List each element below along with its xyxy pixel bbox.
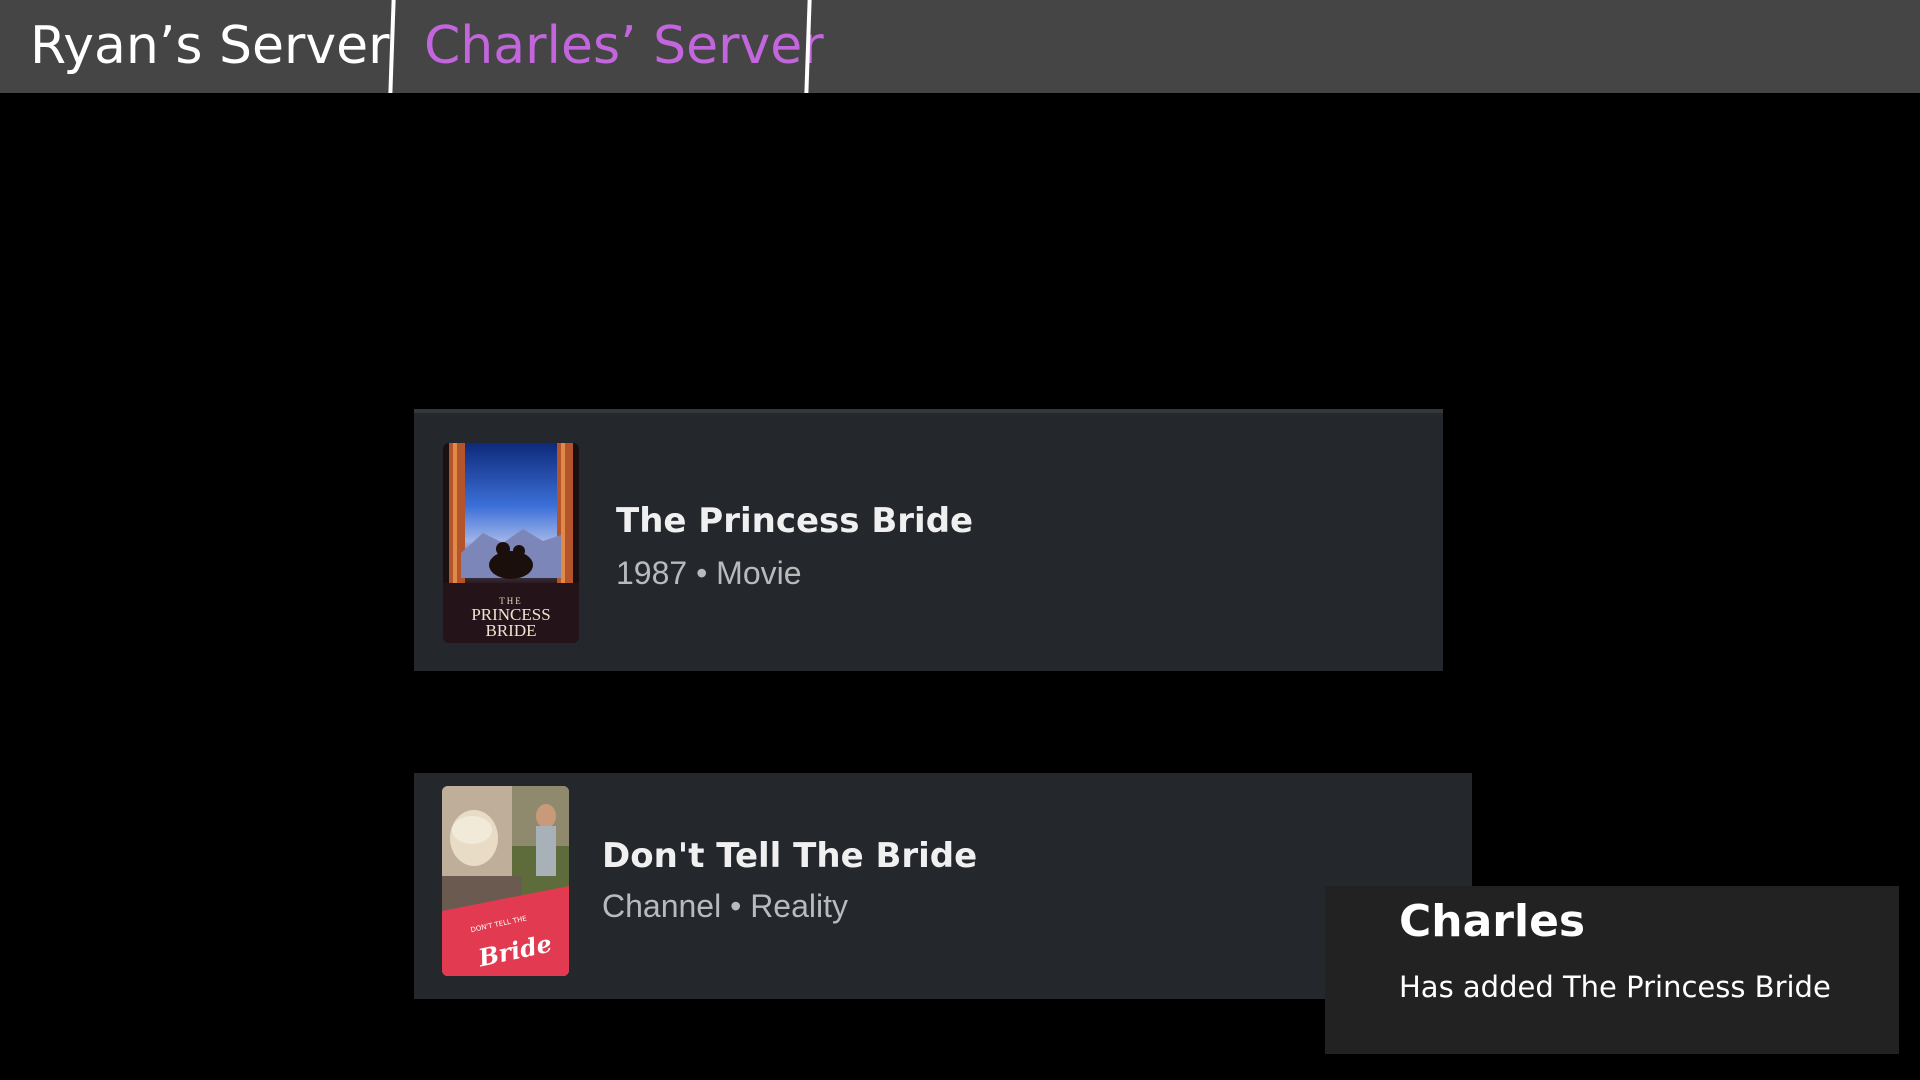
dont-tell-the-bride-poster-icon: DON'T TELL THE Bride (442, 786, 569, 976)
tab-ryans-server[interactable]: Ryan’s Server (30, 0, 390, 93)
result-title: Don't Tell The Bride (602, 836, 978, 876)
notification-user-name: Charles (1399, 896, 1586, 947)
search-result-dont-tell-the-bride[interactable]: DON'T TELL THE Bride Don't Tell The Brid… (414, 773, 1472, 999)
result-subtitle: 1987 • Movie (616, 555, 802, 591)
princess-bride-poster-icon: THE PRINCESS BRIDE (443, 443, 579, 643)
notification-message: Has added The Princess Bride (1399, 970, 1831, 1004)
result-title: The Princess Bride (616, 501, 974, 541)
result-subtitle: Channel • Reality (602, 888, 848, 924)
server-tab-bar: Ryan’s Server Charles’ Server (0, 0, 1920, 93)
notification-toast[interactable]: Charles Has added The Princess Bride (1325, 886, 1899, 1054)
poster-title: PRINCESS BRIDE (471, 605, 551, 640)
search-result-princess-bride[interactable]: THE PRINCESS BRIDE The Princess Bride 19… (414, 409, 1443, 671)
tab-charles-server[interactable]: Charles’ Server (424, 0, 824, 93)
